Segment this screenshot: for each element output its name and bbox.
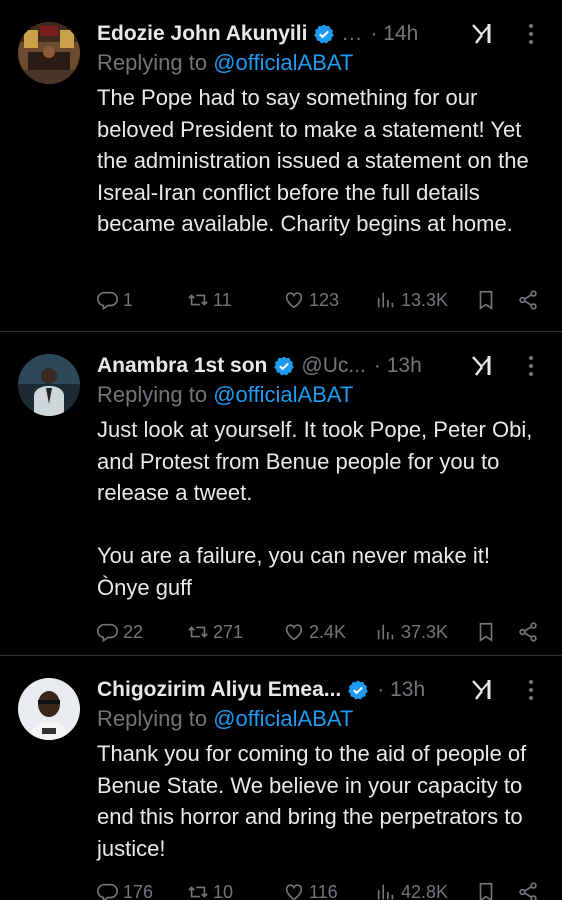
verified-badge-icon xyxy=(274,356,295,376)
bookmark-icon xyxy=(479,882,493,900)
mention-link[interactable]: @officialABAT xyxy=(213,50,353,75)
views-icon xyxy=(377,884,394,900)
reply-icon xyxy=(97,883,118,900)
tweet-text: Thank you for coming to the aid of peopl… xyxy=(97,741,527,861)
like-icon xyxy=(285,292,303,309)
share-button[interactable] xyxy=(517,289,541,311)
timestamp[interactable]: · 13h xyxy=(377,678,425,702)
like-count: 2.4K xyxy=(309,621,347,642)
like-count: 123 xyxy=(309,289,340,310)
author-name[interactable]: Chigozirim Aliyu Emea... xyxy=(97,678,341,702)
views-button[interactable]: 37.3K xyxy=(375,621,475,643)
views-count: 42.8K xyxy=(401,881,449,900)
like-button[interactable]: 116 xyxy=(283,881,375,900)
author-handle[interactable]: @Uc... xyxy=(301,354,366,378)
more-options-icon[interactable] xyxy=(518,677,544,703)
views-button[interactable]: 13.3K xyxy=(375,289,475,311)
retweet-button[interactable]: 10 xyxy=(187,881,283,900)
reply-count: 1 xyxy=(123,289,134,310)
like-icon xyxy=(285,884,303,900)
retweet-icon xyxy=(188,294,208,306)
reply-icon xyxy=(97,291,118,311)
views-count: 37.3K xyxy=(401,621,449,642)
mention-link[interactable]: @officialABAT xyxy=(213,382,353,407)
more-options-icon[interactable] xyxy=(518,353,544,379)
author-name[interactable]: Anambra 1st son xyxy=(97,354,267,378)
retweet-button[interactable]: 11 xyxy=(187,289,283,311)
grok-icon[interactable] xyxy=(470,22,494,46)
like-icon xyxy=(285,624,303,641)
timestamp[interactable]: · 13h xyxy=(374,354,422,378)
tweet[interactable]: Edozie John Akunyili … · 14h Replying to… xyxy=(0,0,562,332)
share-icon xyxy=(519,290,537,310)
retweet-icon xyxy=(188,626,208,638)
tweet-text: Just look at yourself. It took Pope, Pet… xyxy=(97,417,533,600)
share-button[interactable] xyxy=(517,621,541,643)
replying-prefix: Replying to xyxy=(97,50,214,75)
retweet-icon xyxy=(188,886,208,898)
author-name[interactable]: Edozie John Akunyili xyxy=(97,22,307,46)
reply-button[interactable]: 176 xyxy=(97,881,187,900)
replying-prefix: Replying to xyxy=(97,706,214,731)
retweet-count: 271 xyxy=(213,621,244,642)
reply-icon xyxy=(97,623,118,643)
reply-button[interactable]: 1 xyxy=(97,289,187,311)
replying-to: Replying to @officialABAT xyxy=(97,382,548,408)
views-count: 13.3K xyxy=(401,289,449,310)
verified-badge-icon xyxy=(348,680,369,700)
retweet-count: 10 xyxy=(213,881,234,900)
views-button[interactable]: 42.8K xyxy=(375,881,475,900)
bookmark-button[interactable] xyxy=(475,881,517,900)
views-icon xyxy=(377,292,394,308)
replying-to: Replying to @officialABAT xyxy=(97,706,548,732)
avatar[interactable] xyxy=(18,22,80,84)
like-button[interactable]: 123 xyxy=(283,289,375,311)
tweet[interactable]: Chigozirim Aliyu Emea... · 13h Replying … xyxy=(0,656,562,900)
retweet-button[interactable]: 271 xyxy=(187,621,283,643)
share-button[interactable] xyxy=(517,881,541,900)
replying-prefix: Replying to xyxy=(97,382,214,407)
verified-badge-icon xyxy=(314,24,335,44)
tweet-actions: 176 10 116 42.8K xyxy=(97,881,544,900)
more-options-icon[interactable] xyxy=(518,21,544,47)
mention-link[interactable]: @officialABAT xyxy=(213,706,353,731)
grok-icon[interactable] xyxy=(470,354,494,378)
bookmark-icon xyxy=(479,622,493,642)
bookmark-icon xyxy=(479,290,493,310)
reply-button[interactable]: 22 xyxy=(97,621,187,643)
avatar[interactable] xyxy=(18,678,80,740)
views-icon xyxy=(377,624,394,640)
replying-to: Replying to @officialABAT xyxy=(97,50,548,76)
share-icon xyxy=(519,882,537,900)
grok-icon[interactable] xyxy=(470,678,494,702)
share-icon xyxy=(519,622,537,642)
bookmark-button[interactable] xyxy=(475,621,517,643)
like-count: 116 xyxy=(309,881,338,900)
tweet-actions: 22 271 2.4K 37.3K xyxy=(97,621,544,643)
like-button[interactable]: 2.4K xyxy=(283,621,375,643)
bookmark-button[interactable] xyxy=(475,289,517,311)
timestamp[interactable]: · 14h xyxy=(370,22,418,46)
reply-count: 176 xyxy=(123,881,154,900)
reply-count: 22 xyxy=(123,621,144,642)
tweet[interactable]: Anambra 1st son @Uc... · 13h Replying to… xyxy=(0,332,562,656)
author-handle[interactable]: … xyxy=(341,22,362,46)
tweet-text: The Pope had to say something for our be… xyxy=(97,85,529,236)
avatar[interactable] xyxy=(18,354,80,416)
retweet-count: 11 xyxy=(213,289,232,310)
tweet-actions: 1 11 123 13.3K xyxy=(97,289,544,311)
reply-feed: Edozie John Akunyili … · 14h Replying to… xyxy=(0,0,562,900)
